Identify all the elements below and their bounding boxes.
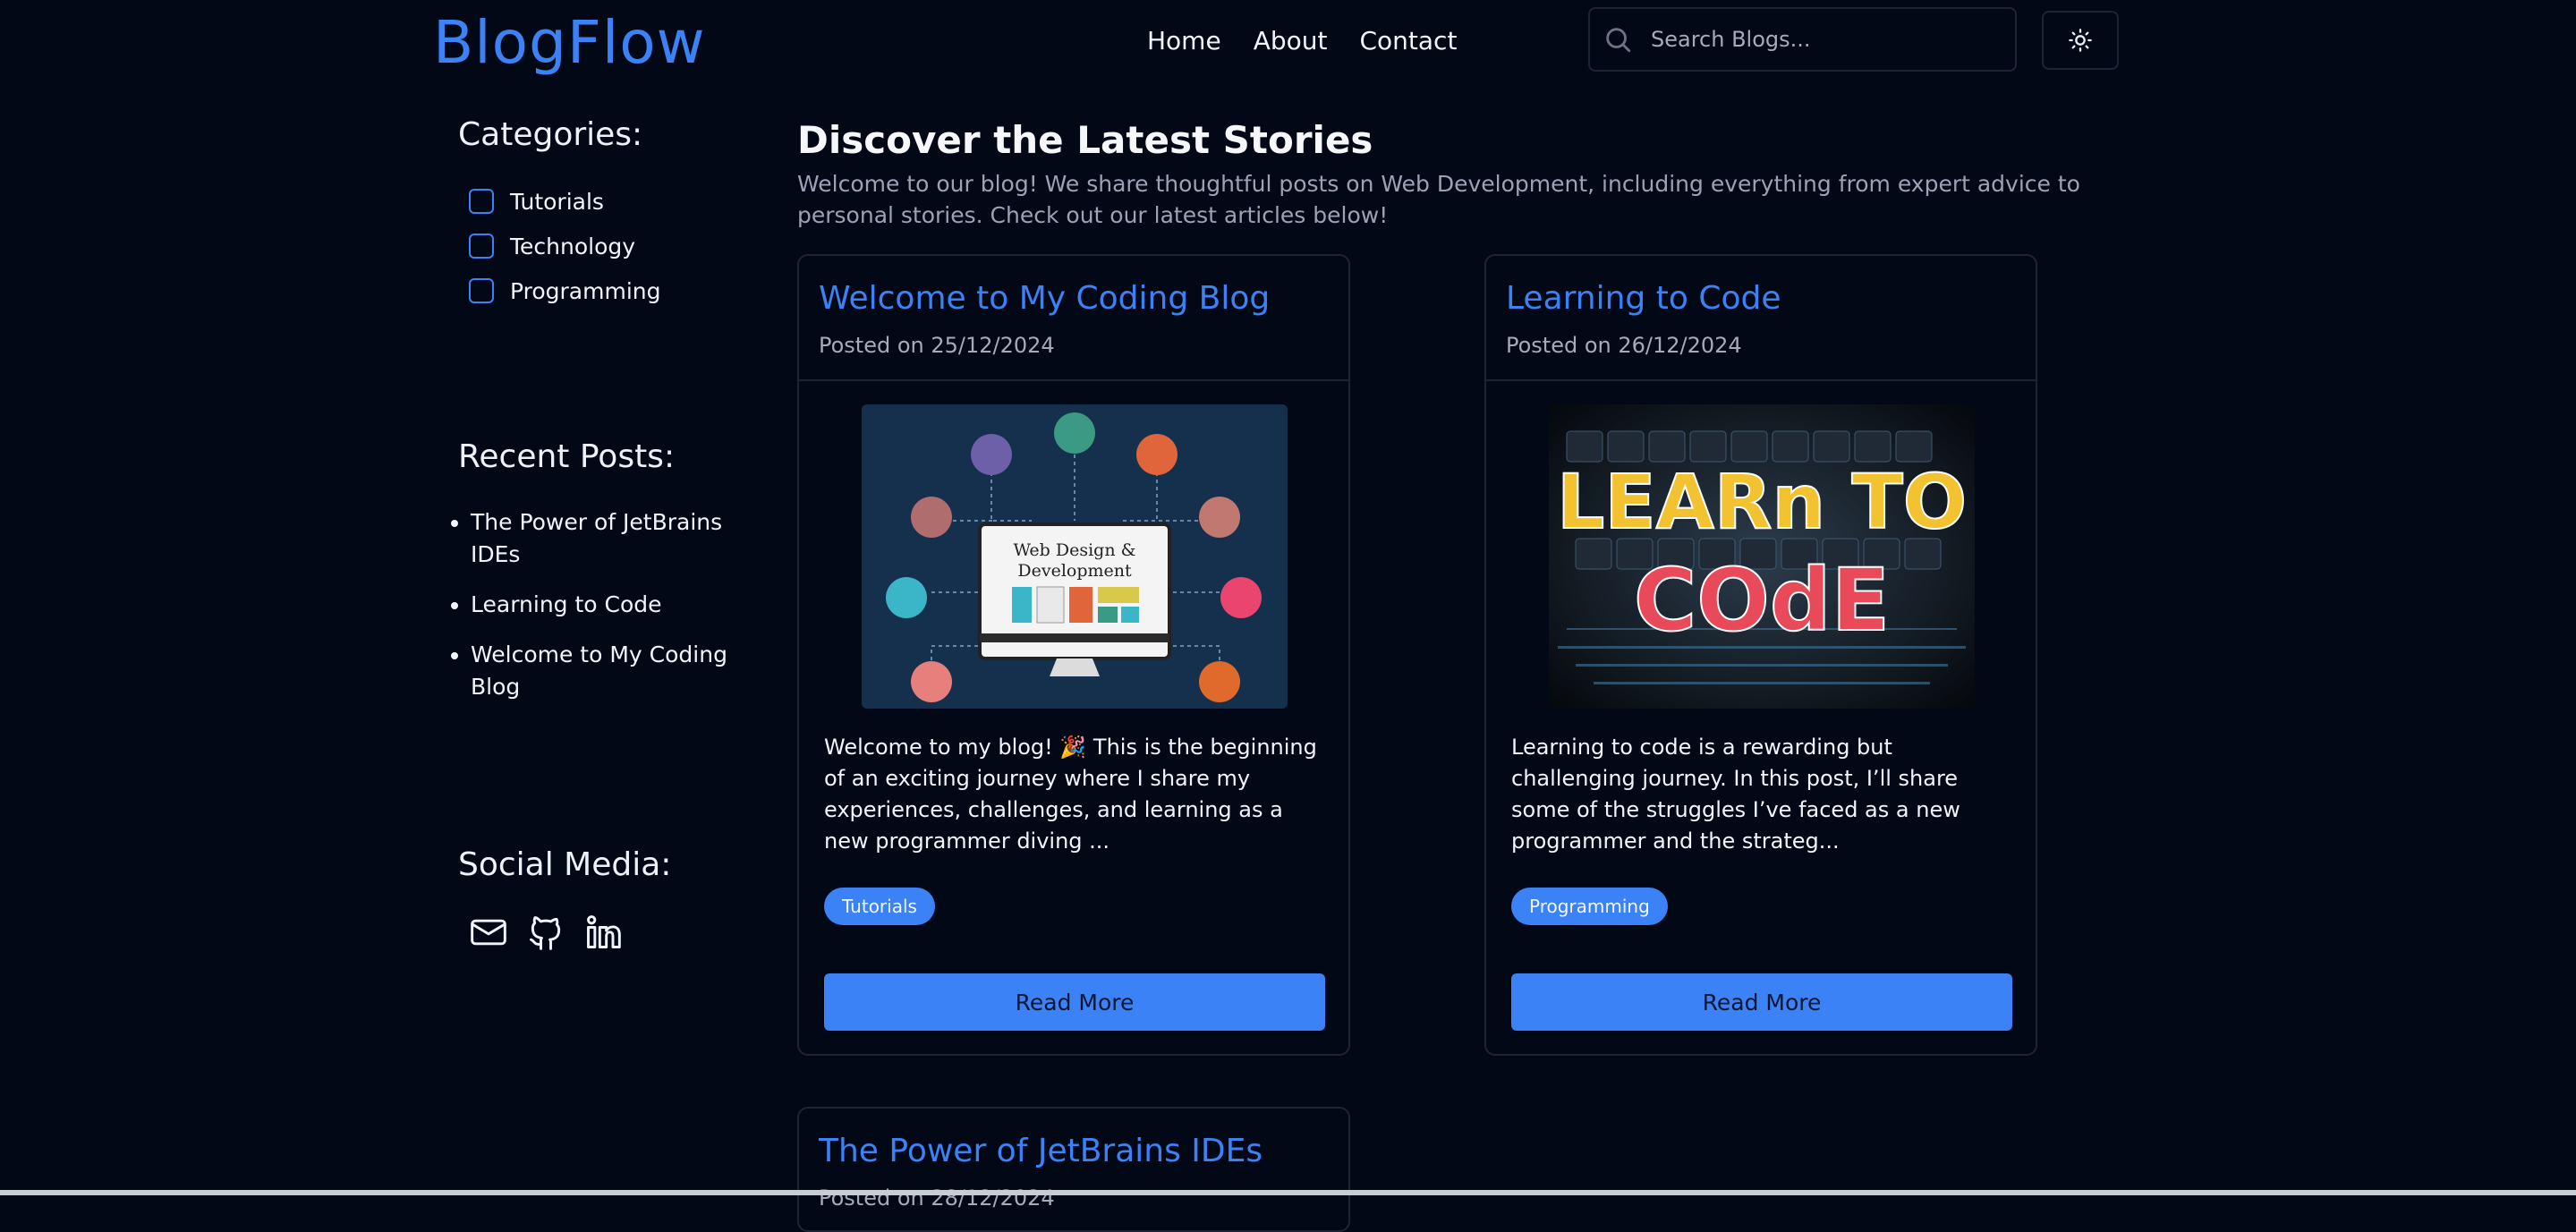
main-nav: Home About Contact: [1147, 21, 1457, 61]
category-item-technology[interactable]: Technology: [469, 224, 661, 268]
post-image-web-design: Web Design & Development: [862, 404, 1288, 709]
recent-post-link[interactable]: The Power of JetBrains IDEs: [471, 506, 737, 571]
recent-posts-list: The Power of JetBrains IDEs Learning to …: [451, 506, 737, 721]
category-checkbox[interactable]: [469, 189, 494, 214]
post-title[interactable]: Learning to Code: [1506, 279, 2036, 319]
search-input[interactable]: [1649, 26, 2015, 53]
category-checkbox[interactable]: [469, 234, 494, 259]
post-title[interactable]: Welcome to My Coding Blog: [819, 279, 1348, 319]
svg-text:Web Design &: Web Design &: [1013, 540, 1135, 560]
linkedin-link[interactable]: [583, 911, 623, 954]
recent-posts-heading: Recent Posts:: [458, 438, 676, 475]
github-icon: [530, 916, 561, 950]
category-label: Programming: [510, 277, 661, 304]
category-filter-list: Tutorials Technology Programming: [469, 179, 661, 313]
mail-link[interactable]: [469, 911, 508, 954]
recent-post-link[interactable]: Welcome to My Coding Blog: [471, 639, 737, 703]
github-link[interactable]: [526, 911, 565, 954]
post-excerpt: Welcome to my blog! 🎉 This is the beginn…: [824, 735, 1317, 854]
brand-logo[interactable]: BlogFlow: [433, 7, 706, 79]
post-card-header: Learning to Code Posted on 26/12/2024: [1486, 256, 2036, 381]
category-checkbox[interactable]: [469, 278, 494, 303]
svg-text:LEARn TO: LEARn TO: [1557, 458, 1967, 546]
post-image-learn-to-code: LEARn TO COdE: [1549, 404, 1975, 709]
theme-toggle-button[interactable]: [2042, 11, 2119, 70]
post-tag[interactable]: Programming: [1511, 888, 1668, 925]
page-title: Discover the Latest Stories: [797, 118, 1373, 162]
horizontal-scrollbar[interactable]: [0, 1190, 2576, 1195]
post-title[interactable]: The Power of JetBrains IDEs: [819, 1132, 1348, 1171]
nav-home[interactable]: Home: [1147, 21, 1221, 61]
post-card-header: The Power of JetBrains IDEs Posted on 28…: [799, 1109, 1348, 1230]
read-more-button[interactable]: Read More: [824, 973, 1325, 1031]
categories-heading: Categories:: [458, 116, 643, 153]
category-label: Tutorials: [510, 188, 604, 215]
category-label: Technology: [510, 233, 636, 259]
post-tag[interactable]: Tutorials: [824, 888, 935, 925]
read-more-button[interactable]: Read More: [1511, 973, 2012, 1031]
nav-contact[interactable]: Contact: [1359, 21, 1457, 61]
post-excerpt: Learning to code is a rewarding but chal…: [1511, 735, 1960, 854]
category-item-tutorials[interactable]: Tutorials: [469, 179, 661, 224]
nav-about[interactable]: About: [1254, 21, 1328, 61]
post-date: Posted on 26/12/2024: [1506, 333, 1742, 358]
category-item-programming[interactable]: Programming: [469, 268, 661, 313]
recent-post-link[interactable]: Learning to Code: [471, 589, 737, 621]
page-intro: Welcome to our blog! We share thoughtful…: [797, 171, 2080, 228]
sun-icon: [2069, 29, 2092, 52]
post-date: Posted on 25/12/2024: [819, 333, 1055, 358]
svg-text:Development: Development: [1017, 561, 1132, 581]
post-card: Learning to Code Posted on 26/12/2024 LE…: [1484, 254, 2037, 1056]
search-bar: [1588, 7, 2017, 72]
social-links: [469, 911, 623, 954]
mail-icon: [471, 919, 506, 946]
post-card: The Power of JetBrains IDEs Posted on 28…: [797, 1107, 1350, 1232]
post-card: Welcome to My Coding Blog Posted on 25/1…: [797, 254, 1350, 1056]
svg-text:COdE: COdE: [1634, 550, 1890, 650]
linkedin-icon: [587, 915, 621, 948]
social-media-heading: Social Media:: [458, 846, 672, 883]
post-card-header: Welcome to My Coding Blog Posted on 25/1…: [799, 256, 1348, 381]
search-icon: [1606, 28, 1631, 53]
